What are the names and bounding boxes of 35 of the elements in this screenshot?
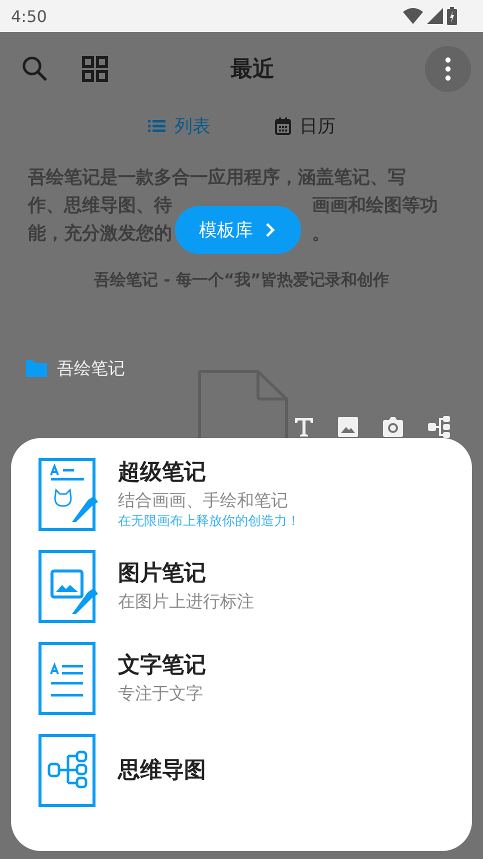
grid-icon [82, 56, 108, 82]
list-icon [148, 119, 166, 133]
folder-icon [26, 360, 47, 377]
option-description: 在图片上进行标注 [118, 591, 254, 614]
picture-pencil-icon [38, 550, 100, 624]
note-type-option[interactable]: 超级笔记 结合画画、手绘和笔记 在无限画布上释放你的创造力！ [38, 458, 472, 532]
grid-view-button[interactable] [80, 54, 110, 84]
more-icon [445, 57, 451, 81]
view-tab[interactable]: 日历 [274, 114, 336, 138]
camera-icon[interactable] [382, 417, 404, 437]
page-title: 最近 [230, 56, 276, 84]
option-title: 思维导图 [118, 757, 206, 785]
signal-icon [427, 8, 443, 24]
description-text: 。 [312, 222, 330, 246]
status-time: 4:50 [11, 6, 47, 26]
option-description: 结合画画、手绘和笔记 [118, 490, 289, 513]
option-title: 超级笔记 [118, 459, 207, 487]
note-type-option[interactable]: 文字笔记 专注于文字 [38, 642, 472, 716]
folder-name: 吾绘笔记 [57, 358, 125, 380]
battery-icon [447, 7, 457, 25]
wifi-icon [403, 8, 423, 24]
note-type-option[interactable]: 图片笔记 在图片上进行标注 [38, 550, 472, 624]
more-button[interactable] [425, 46, 471, 92]
option-tagline: 在无限画布上释放你的创造力！ [118, 514, 300, 530]
option-title: 图片笔记 [118, 560, 207, 588]
note-cat-pencil-icon [38, 458, 100, 532]
option-title: 文字笔记 [118, 652, 206, 680]
calendar-icon [274, 117, 290, 135]
chevron-right-icon [265, 222, 275, 238]
image-icon[interactable] [338, 417, 358, 437]
note-type-option[interactable]: 思维导图 [38, 734, 472, 808]
mind-map-icon[interactable] [428, 416, 450, 438]
option-description: 专注于文字 [118, 683, 204, 706]
search-icon [22, 56, 48, 82]
text-tool-icon[interactable] [294, 417, 314, 437]
